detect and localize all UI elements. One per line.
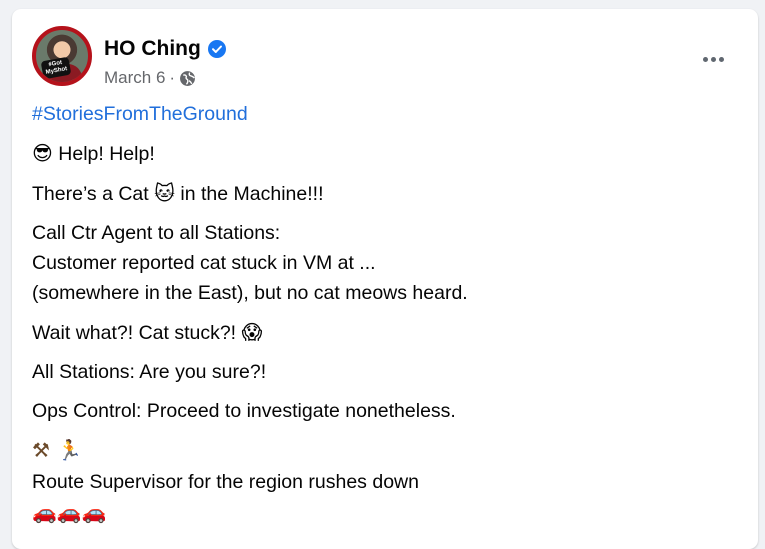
wait-text: Wait what?! Cat stuck?! bbox=[32, 322, 237, 344]
author-name-row: HO Ching bbox=[104, 37, 226, 61]
post-header: #Got MyShot HO Ching March 6 · bbox=[32, 26, 738, 90]
paragraph-help: 😎 Help! Help! bbox=[32, 138, 738, 169]
paragraph-cat: There’s a Cat 🐱 in the Machine!!! bbox=[32, 178, 738, 209]
paragraph-ops: Ops Control: Proceed to investigate none… bbox=[32, 400, 456, 422]
globe-icon[interactable] bbox=[179, 70, 196, 87]
meta-separator: · bbox=[169, 68, 176, 87]
sunglasses-emoji-icon: 😎 bbox=[32, 141, 53, 165]
call-line-2: Customer reported cat stuck in VM at ... bbox=[32, 252, 376, 274]
route-text: Route Supervisor for the region rushes d… bbox=[32, 471, 419, 493]
help-text: Help! Help! bbox=[58, 143, 155, 165]
post-text: #StoriesFromTheGround 😎 Help! Help! Ther… bbox=[32, 99, 738, 528]
call-line-1: Call Ctr Agent to all Stations: bbox=[32, 222, 281, 244]
post-card: #Got MyShot HO Ching March 6 · #StoriesF… bbox=[12, 9, 758, 549]
cat-emoji-icon: 🐱 bbox=[154, 181, 175, 205]
post-meta: March 6 · bbox=[104, 68, 196, 88]
hashtag-link[interactable]: #StoriesFromTheGround bbox=[32, 99, 738, 129]
cat-text-pre: There’s a Cat bbox=[32, 183, 149, 205]
paragraph-route: ⚒ 🏃 Route Supervisor for the region rush… bbox=[32, 435, 738, 528]
paragraph-stations: All Stations: Are you sure?! bbox=[32, 361, 267, 383]
verified-badge-icon bbox=[207, 40, 226, 58]
cars-emoji-icon: 🚗🚗🚗 bbox=[32, 500, 107, 524]
hammer-pick-emoji-icon: ⚒ bbox=[32, 438, 51, 462]
post-date[interactable]: March 6 bbox=[104, 68, 165, 88]
scream-emoji-icon: 😱 bbox=[241, 320, 263, 344]
runner-emoji-icon: 🏃 bbox=[57, 438, 84, 462]
more-options-icon[interactable] bbox=[696, 42, 730, 76]
cat-text-post: in the Machine!!! bbox=[180, 183, 324, 205]
paragraph-call: Call Ctr Agent to all Stations: Customer… bbox=[32, 218, 738, 308]
more-dot bbox=[710, 56, 716, 62]
more-dot bbox=[718, 56, 724, 62]
paragraph-wait: Wait what?! Cat stuck?! 😱 bbox=[32, 317, 738, 348]
author-avatar[interactable]: #Got MyShot bbox=[32, 26, 92, 86]
author-name[interactable]: HO Ching bbox=[104, 37, 201, 61]
more-dot bbox=[702, 56, 708, 62]
call-line-3: (somewhere in the East), but no cat meow… bbox=[32, 282, 468, 304]
tools-runner-row: ⚒ 🏃 bbox=[32, 435, 738, 467]
